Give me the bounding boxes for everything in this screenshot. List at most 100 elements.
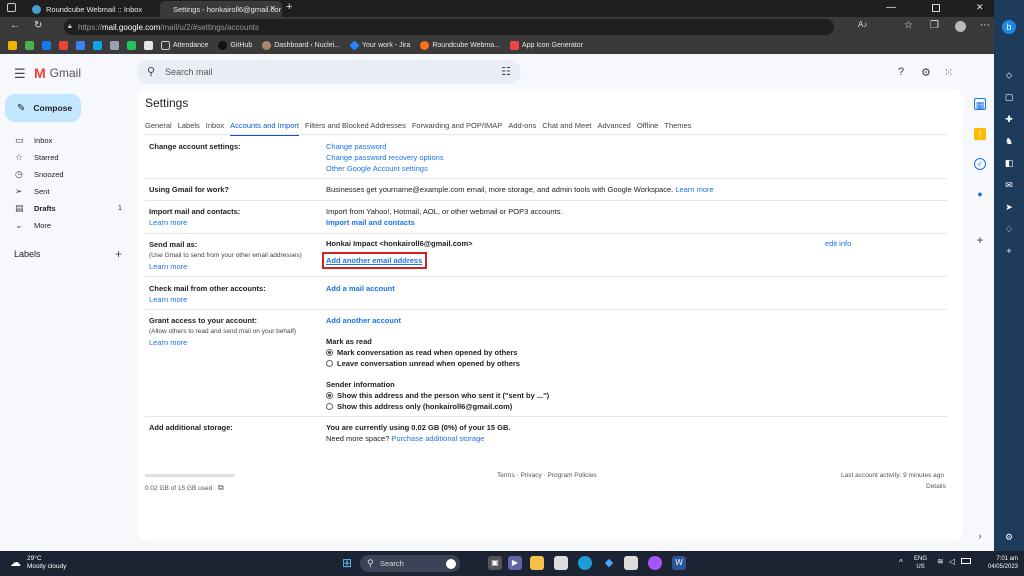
- change-password-link[interactable]: Change password: [326, 142, 386, 151]
- word-icon[interactable]: W: [672, 556, 686, 570]
- sidebar-item-more[interactable]: ⌄ More: [0, 217, 130, 233]
- change-recovery-link[interactable]: Change password recovery options: [326, 153, 444, 162]
- bookmark-jira[interactable]: Your work - Jira: [349, 40, 410, 51]
- store-icon[interactable]: [554, 556, 568, 570]
- volume-icon[interactable]: ◁: [949, 557, 955, 566]
- show-address-only-option[interactable]: Show this address only (honkairoll6@gmai…: [326, 401, 549, 412]
- radio-button-selected[interactable]: [326, 349, 333, 356]
- browser-tab-roundcube[interactable]: Roundcube Webmail :: Inbox ✕: [24, 1, 180, 17]
- weather-icon[interactable]: ☁: [10, 556, 21, 569]
- minimize-icon[interactable]: —: [886, 2, 896, 13]
- tasks-icon[interactable]: ✓: [974, 158, 986, 170]
- new-tab-icon[interactable]: +: [286, 1, 292, 13]
- add-mail-account-link[interactable]: Add a mail account: [326, 283, 395, 294]
- import-learn-more-link[interactable]: Learn more: [149, 218, 187, 227]
- collections-icon[interactable]: ❐: [930, 20, 939, 31]
- back-icon[interactable]: ←: [10, 20, 20, 31]
- search-options-icon[interactable]: ☷: [501, 65, 511, 78]
- edge-icon[interactable]: [578, 556, 592, 570]
- dropbox-icon[interactable]: ◆: [602, 556, 616, 570]
- bookmark-icon[interactable]: [8, 41, 17, 50]
- bookmark-app-icon-generator[interactable]: App Icon Generator: [509, 41, 583, 50]
- bell-icon[interactable]: ♢: [1002, 222, 1016, 236]
- weather-widget[interactable]: 29°C Mostly cloudy: [27, 555, 66, 571]
- bookmark-icon[interactable]: [93, 41, 102, 50]
- radio-button[interactable]: [326, 403, 333, 410]
- bing-chat-icon[interactable]: b: [1002, 20, 1016, 34]
- leave-unread-option[interactable]: Leave conversation unread when opened by…: [326, 358, 549, 369]
- bookmark-github[interactable]: GitHub: [218, 41, 252, 50]
- add-another-account-link[interactable]: Add another account: [326, 316, 401, 325]
- edit-info-link[interactable]: edit info: [825, 238, 851, 249]
- messenger-icon[interactable]: [648, 556, 662, 570]
- windows-start-icon[interactable]: ⊞: [340, 556, 354, 570]
- apps-grid-icon[interactable]: ⁙: [944, 66, 953, 79]
- check-mail-learn-more-link[interactable]: Learn more: [149, 295, 187, 304]
- send-as-learn-more-link[interactable]: Learn more: [149, 262, 187, 271]
- facebook-icon[interactable]: [42, 41, 51, 50]
- sidebar-item-inbox[interactable]: ▭ Inbox: [0, 132, 130, 148]
- office-icon[interactable]: ◧: [1002, 156, 1016, 170]
- sidebar-item-sent[interactable]: ➢ Sent: [0, 183, 130, 199]
- close-tab-icon[interactable]: ✕: [269, 4, 276, 13]
- gmail-logo[interactable]: M Gmail: [34, 65, 81, 81]
- compose-button[interactable]: ✎ Compose: [5, 94, 81, 122]
- other-account-settings-link[interactable]: Other Google Account settings: [326, 164, 428, 173]
- bookmark-icon[interactable]: [25, 41, 34, 50]
- search-icon[interactable]: ⚲: [147, 65, 155, 78]
- sidebar-item-drafts[interactable]: ▤ Drafts 1: [0, 200, 130, 216]
- gmail-bookmark-icon[interactable]: [59, 41, 68, 50]
- purchase-storage-link[interactable]: Purchase additional storage: [391, 434, 484, 443]
- search-bar[interactable]: ⚲ Search mail ☷: [137, 60, 521, 84]
- app-icon[interactable]: [624, 556, 638, 570]
- url-input[interactable]: 🔒︎ https://mail.google.com/mail/u/2/#set…: [64, 19, 834, 35]
- import-mail-contacts-link[interactable]: Import mail and contacts: [326, 218, 415, 227]
- language-indicator[interactable]: ENG US: [914, 555, 927, 571]
- contacts-icon[interactable]: ●: [974, 188, 986, 200]
- open-in-new-icon[interactable]: ⧉: [218, 483, 224, 492]
- bookmark-icon[interactable]: [127, 41, 136, 50]
- refresh-icon[interactable]: ↻: [34, 20, 42, 31]
- bookmark-dashboard[interactable]: Dashboard ‹ Nuclei...: [262, 41, 340, 50]
- create-label-icon[interactable]: +: [115, 247, 122, 261]
- read-aloud-icon[interactable]: A♪: [858, 20, 867, 29]
- keep-icon[interactable]: !: [974, 128, 986, 140]
- taskbar-search[interactable]: ⚲ Search: [360, 555, 460, 572]
- profile-icon[interactable]: [955, 21, 966, 32]
- outlook-icon[interactable]: ✉: [1002, 178, 1016, 192]
- tag-icon[interactable]: ⬦: [1002, 68, 1016, 82]
- browser-tab-settings[interactable]: Settings - honkairoll6@gmail.cor ✕: [160, 1, 282, 17]
- expand-panel-icon[interactable]: ›: [974, 530, 986, 542]
- bookmark-roundcube[interactable]: Roundcube Webma...: [420, 41, 500, 50]
- sidebar-item-starred[interactable]: ☆ Starred: [0, 149, 130, 165]
- drop-icon[interactable]: ➤: [1002, 200, 1016, 214]
- show-hidden-icons[interactable]: ^: [899, 558, 903, 567]
- sidebar-item-snoozed[interactable]: ◷ Snoozed: [0, 166, 130, 182]
- bookmark-icon[interactable]: [110, 41, 119, 50]
- workspace-learn-more-link[interactable]: Learn more: [675, 185, 713, 194]
- mark-read-option[interactable]: Mark conversation as read when opened by…: [326, 347, 549, 358]
- bookmark-attendance[interactable]: Attendance: [161, 41, 208, 50]
- tools-icon[interactable]: ✚: [1002, 112, 1016, 126]
- games-icon[interactable]: ♞: [1002, 134, 1016, 148]
- file-explorer-icon[interactable]: [530, 556, 544, 570]
- bookmark-icon[interactable]: [76, 41, 85, 50]
- radio-button[interactable]: [326, 360, 333, 367]
- wifi-icon[interactable]: ≋: [937, 557, 944, 566]
- grant-learn-more-link[interactable]: Learn more: [149, 338, 187, 347]
- details-link[interactable]: Details: [926, 483, 946, 490]
- search-input[interactable]: Search mail: [165, 67, 213, 77]
- bookmark-icon[interactable]: [144, 41, 153, 50]
- bag-icon[interactable]: ▢: [1002, 90, 1016, 104]
- maximize-icon[interactable]: [932, 4, 940, 12]
- close-window-icon[interactable]: ✕: [976, 2, 984, 13]
- more-options-icon[interactable]: ⋯: [980, 20, 990, 31]
- task-view-icon[interactable]: ▣: [488, 556, 502, 570]
- clock[interactable]: 7:01 am 04/05/2023: [978, 555, 1018, 571]
- add-addon-icon[interactable]: +: [974, 234, 986, 246]
- calendar-icon[interactable]: ▦: [974, 98, 986, 110]
- favorites-star-icon[interactable]: ☆: [904, 20, 913, 31]
- tab-actions-icon[interactable]: [7, 3, 16, 12]
- radio-button-selected[interactable]: [326, 392, 333, 399]
- teams-icon[interactable]: ▶: [508, 556, 522, 570]
